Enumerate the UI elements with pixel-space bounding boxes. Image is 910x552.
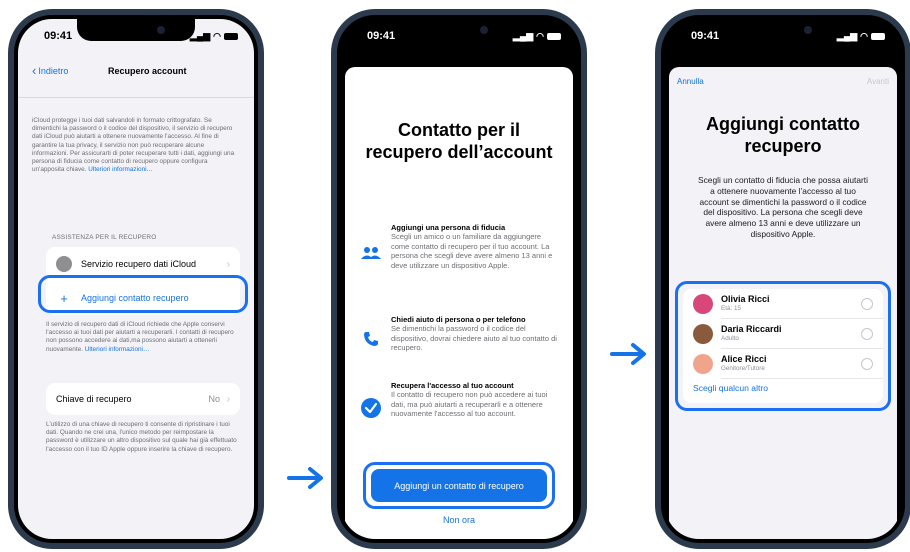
back-button[interactable]: ‹ Indietro bbox=[32, 63, 69, 78]
sheet-title: Contatto per il recupero dell’account bbox=[365, 120, 553, 162]
battery-icon bbox=[871, 32, 885, 40]
status-time: 09:41 bbox=[44, 30, 73, 42]
status-time: 09:41 bbox=[367, 30, 396, 42]
sheet-title: Aggiungi contatto recupero bbox=[706, 114, 860, 156]
intro-more-link[interactable]: Ulteriori informazioni… bbox=[88, 166, 153, 173]
row-key-value: No bbox=[208, 394, 220, 404]
signal-icon: ▂▄▆ bbox=[512, 30, 534, 41]
chevron-right-icon: › bbox=[226, 258, 230, 270]
status-bar: 09:41 ▂▄▆ ◠ bbox=[18, 27, 254, 45]
feature-title: Recupera l'accesso al tuo account bbox=[391, 381, 514, 390]
phone-icon bbox=[361, 329, 381, 349]
add-contact-screen: 09:41 ▂▄▆ ◠ Annulla Avanti Aggiungi cont… bbox=[665, 19, 901, 539]
signal-icon: ▂▄▆ bbox=[836, 30, 858, 41]
key-footer-text: L'utilizzo di una chiave di recupero ti … bbox=[46, 421, 237, 453]
highlight-add-contact bbox=[38, 275, 248, 313]
section-header: ASSISTENZA PER IL RECUPERO bbox=[52, 234, 157, 241]
cancel-button[interactable]: Annulla bbox=[677, 77, 704, 86]
chevron-left-icon: ‹ bbox=[32, 63, 37, 78]
feature-text: Scegli un amico o un familiare da aggiun… bbox=[391, 232, 553, 270]
feature-regain-access: Recupera l'accesso al tuo account Il con… bbox=[361, 381, 559, 419]
battery-icon bbox=[224, 32, 238, 40]
row-icloud-label: Servizio recupero dati iCloud bbox=[81, 259, 197, 269]
arrow-right-icon bbox=[287, 467, 323, 489]
back-label: Indietro bbox=[38, 66, 69, 76]
add-contact-sheet: Annulla Avanti Aggiungi contatto recuper… bbox=[669, 67, 897, 539]
row-recovery-key[interactable]: Chiave di recupero No › bbox=[46, 383, 240, 415]
phone-recovery-intro: 09:41 ▂▄▆ ◠ Contatto per il recupero del… bbox=[331, 9, 587, 549]
row-key-label: Chiave di recupero bbox=[56, 394, 132, 404]
footer-text: Il servizio di recupero dati di iCloud r… bbox=[46, 321, 234, 353]
intro-text: iCloud protegge i tuoi dati salvandoli i… bbox=[32, 117, 235, 174]
nav-bar: ‹ Indietro Recupero account bbox=[32, 63, 240, 82]
feature-title: Chiedi aiuto di persona o per telefono bbox=[391, 315, 526, 324]
sheet-description: Scegli un contatto di fiducia che possa … bbox=[698, 175, 868, 239]
status-time: 09:41 bbox=[691, 30, 720, 42]
arrow-right-icon bbox=[610, 343, 646, 365]
wifi-icon: ◠ bbox=[860, 30, 868, 41]
status-bar: 09:41 ▂▄▆ ◠ bbox=[341, 27, 577, 45]
apple-icon bbox=[56, 256, 72, 272]
status-bar: 09:41 ▂▄▆ ◠ bbox=[665, 27, 901, 45]
signal-icon: ▂▄▆ bbox=[189, 30, 211, 41]
phone-add-contact: 09:41 ▂▄▆ ◠ Annulla Avanti Aggiungi cont… bbox=[655, 9, 910, 549]
page-title: Recupero account bbox=[108, 66, 187, 76]
feature-text: Se dimentichi la password o il codice de… bbox=[391, 324, 557, 353]
nav-divider bbox=[18, 97, 254, 98]
next-button[interactable]: Avanti bbox=[867, 77, 889, 86]
battery-icon bbox=[547, 32, 561, 40]
people-icon bbox=[361, 243, 381, 263]
recovery-intro-screen: 09:41 ▂▄▆ ◠ Contatto per il recupero del… bbox=[341, 19, 577, 539]
wifi-icon: ◠ bbox=[213, 30, 221, 41]
highlight-primary-button bbox=[363, 462, 555, 509]
wifi-icon: ◠ bbox=[536, 30, 544, 41]
feature-title: Aggiungi una persona di fiducia bbox=[391, 223, 506, 232]
footer-more-link[interactable]: Ulteriori informazioni… bbox=[85, 346, 150, 353]
chevron-right-icon: › bbox=[226, 393, 230, 405]
checkmark-icon bbox=[361, 398, 381, 418]
recovery-settings-screen: 09:41 ▂▄▆ ◠ ‹ Indietro Recupero account bbox=[18, 19, 254, 539]
feature-text: Il contatto di recupero non può accedere… bbox=[391, 390, 548, 419]
feature-ask-help: Chiedi aiuto di persona o per telefono S… bbox=[361, 315, 559, 353]
highlight-contacts bbox=[675, 281, 891, 411]
recovery-key-card: Chiave di recupero No › bbox=[46, 383, 240, 415]
intro-sheet: Contatto per il recupero dell’account Ag… bbox=[345, 67, 573, 539]
feature-add-trusted: Aggiungi una persona di fiducia Scegli u… bbox=[361, 223, 559, 270]
stage: 09:41 ▂▄▆ ◠ ‹ Indietro Recupero account bbox=[0, 0, 910, 552]
phone-recovery-settings: 09:41 ▂▄▆ ◠ ‹ Indietro Recupero account bbox=[8, 9, 264, 549]
not-now-button[interactable]: Non ora bbox=[345, 515, 573, 525]
